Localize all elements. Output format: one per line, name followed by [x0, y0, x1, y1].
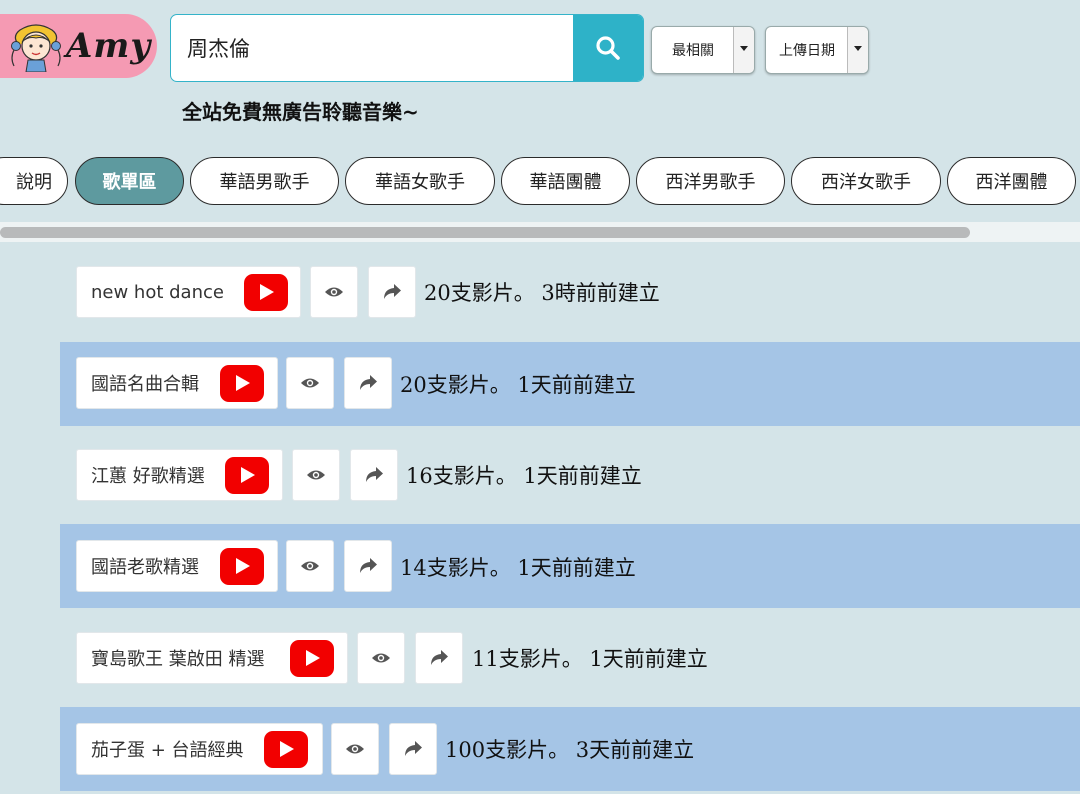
- playlist-title[interactable]: 江蕙 好歌精選: [76, 449, 283, 501]
- view-button[interactable]: [331, 723, 379, 775]
- share-icon: [360, 375, 377, 390]
- sort-select-value: 最相關: [672, 43, 714, 59]
- playlist-meta: 14支影片。 1天前前建立: [400, 556, 636, 580]
- search-button[interactable]: [573, 15, 643, 81]
- share-button[interactable]: [344, 540, 392, 592]
- youtube-play-icon[interactable]: [225, 457, 269, 494]
- tab-help[interactable]: 說明: [0, 157, 68, 205]
- playlist-title-text: 國語老歌精選: [91, 557, 199, 578]
- playlist-title-text: 茄子蛋 + 台語經典: [91, 740, 244, 761]
- playlist-title[interactable]: 國語老歌精選: [76, 540, 278, 592]
- share-icon: [405, 741, 422, 756]
- date-select-value: 上傳日期: [779, 43, 835, 59]
- tab-western-female-singers[interactable]: 西洋女歌手: [791, 157, 941, 205]
- eye-icon: [325, 287, 343, 297]
- date-select[interactable]: 上傳日期: [765, 26, 869, 74]
- search-input[interactable]: [171, 15, 573, 80]
- tab-western-male-singers[interactable]: 西洋男歌手: [636, 157, 785, 205]
- tab-playlists[interactable]: 歌單區: [75, 157, 184, 205]
- tab-chinese-groups[interactable]: 華語團體: [501, 157, 630, 205]
- share-button[interactable]: [344, 357, 392, 409]
- eye-icon: [346, 744, 364, 754]
- share-icon: [366, 467, 383, 482]
- tab-western-groups[interactable]: 西洋團體: [947, 157, 1076, 205]
- youtube-play-icon[interactable]: [264, 731, 308, 768]
- youtube-play-icon[interactable]: [220, 548, 264, 585]
- playlist-title[interactable]: 國語名曲合輯: [76, 357, 278, 409]
- share-button[interactable]: [415, 632, 463, 684]
- view-button[interactable]: [310, 266, 358, 318]
- eye-icon: [301, 561, 319, 571]
- playlist-meta: 16支影片。 1天前前建立: [406, 464, 642, 488]
- youtube-play-icon[interactable]: [290, 640, 334, 677]
- playlist-title-text: 寶島歌王 葉啟田 精選: [91, 649, 265, 670]
- playlist-title[interactable]: 寶島歌王 葉啟田 精選: [76, 632, 348, 684]
- tab-chinese-male-singers[interactable]: 華語男歌手: [190, 157, 339, 205]
- share-icon: [384, 284, 401, 299]
- playlist-title[interactable]: 茄子蛋 + 台語經典: [76, 723, 323, 775]
- scrollbar-thumb[interactable]: [0, 227, 970, 238]
- playlist-title[interactable]: new hot dance: [76, 266, 301, 318]
- playlist-title-text: new hot dance: [91, 281, 224, 303]
- playlist-meta: 20支影片。 1天前前建立: [400, 373, 636, 397]
- eye-icon: [307, 470, 325, 480]
- youtube-play-icon[interactable]: [220, 365, 264, 402]
- view-button[interactable]: [292, 449, 340, 501]
- sort-select[interactable]: 最相關: [651, 26, 755, 74]
- playlist-title-text: 國語名曲合輯: [91, 374, 199, 395]
- playlist-meta: 11支影片。 1天前前建立: [472, 647, 708, 671]
- playlist-meta: 100支影片。 3天前前建立: [445, 738, 695, 762]
- tab-chinese-female-singers[interactable]: 華語女歌手: [345, 157, 495, 205]
- share-icon: [431, 650, 448, 665]
- girl-avatar-icon: [11, 24, 61, 72]
- youtube-play-icon[interactable]: [244, 274, 288, 311]
- share-icon: [360, 558, 377, 573]
- playlist-title-text: 江蕙 好歌精選: [91, 466, 205, 487]
- eye-icon: [301, 378, 319, 388]
- view-button[interactable]: [286, 357, 334, 409]
- view-button[interactable]: [286, 540, 334, 592]
- share-button[interactable]: [350, 449, 398, 501]
- share-button[interactable]: [389, 723, 437, 775]
- playlist-meta: 20支影片。 3時前前建立: [424, 281, 660, 305]
- eye-icon: [372, 653, 390, 663]
- search-icon: [596, 36, 620, 60]
- date-dropdown-arrow-icon[interactable]: [847, 27, 868, 73]
- sort-dropdown-arrow-icon[interactable]: [733, 27, 754, 73]
- view-button[interactable]: [357, 632, 405, 684]
- search-box: [170, 14, 644, 82]
- share-button[interactable]: [368, 266, 416, 318]
- logo[interactable]: Amy: [0, 14, 157, 78]
- tagline: 全站免費無廣告聆聽音樂~: [182, 100, 419, 124]
- logo-text: Amy: [66, 26, 152, 66]
